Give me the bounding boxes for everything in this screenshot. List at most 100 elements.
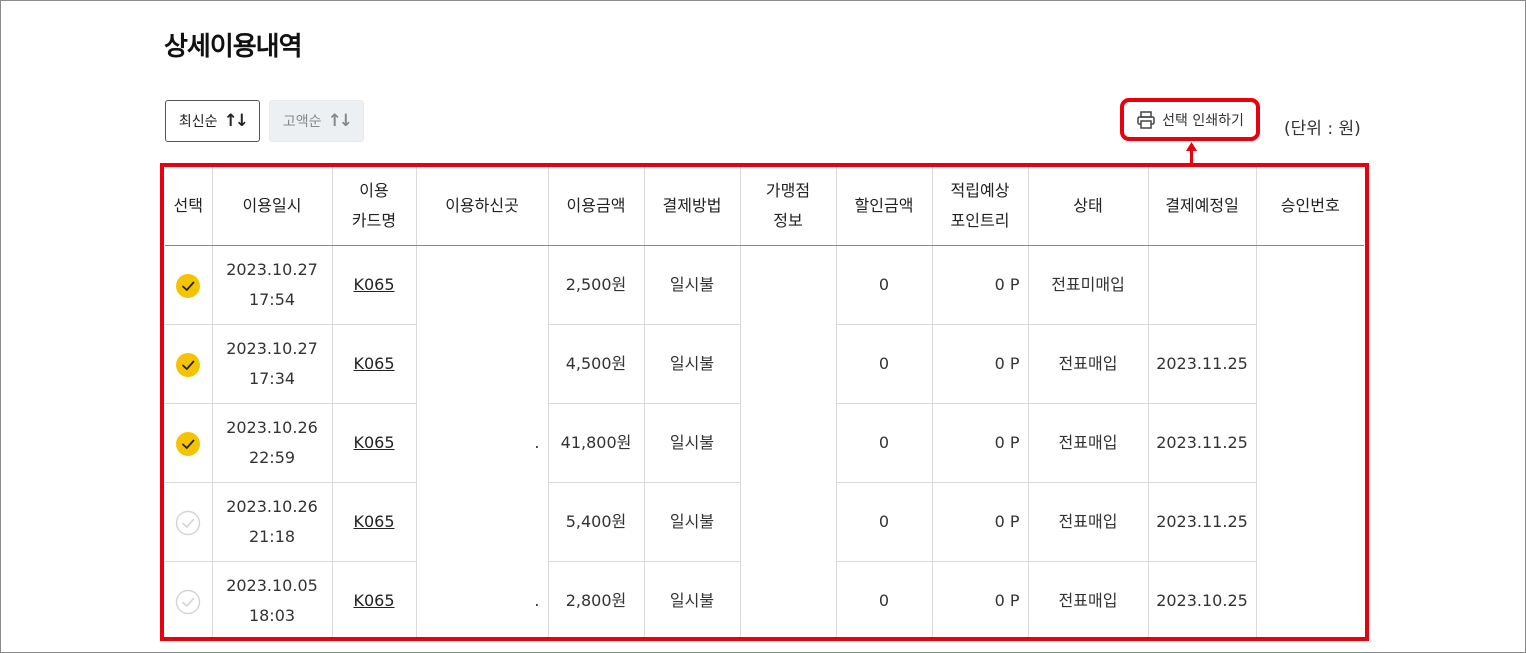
checked-circle-icon[interactable]: [175, 273, 201, 299]
select-cell: [165, 245, 213, 325]
sort-latest-label: 최신순: [178, 114, 218, 130]
sort-amount-button[interactable]: 고액순 ↑↓: [269, 100, 364, 142]
unchecked-circle-icon[interactable]: [175, 589, 201, 615]
status-cell: 전표미매입: [1028, 245, 1149, 325]
card-name-cell: K065: [332, 403, 417, 483]
approval-number-cell: [1256, 325, 1364, 404]
merchant-place-cell: [416, 245, 549, 325]
select-cell: [165, 482, 213, 562]
merchant-info-cell: [740, 403, 837, 483]
table-row: 2023.10.26 21:18 K065 5,400원 일시불 0 0 P 전표매입 2023…: [165, 482, 1364, 562]
column-header: 선택: [165, 167, 213, 246]
checked-circle-icon[interactable]: [175, 352, 201, 378]
card-name-link[interactable]: K065: [353, 433, 394, 452]
payment-method-cell: 일시불: [644, 482, 741, 562]
points-cell: 0 P: [932, 561, 1029, 637]
sort-amount-label: 고액순: [282, 114, 322, 130]
amount-cell: 5,400원: [548, 482, 645, 562]
card-name-link[interactable]: K065: [353, 591, 394, 610]
amount-cell: 2,800원: [548, 561, 645, 637]
column-header-label: 이용금액: [566, 196, 626, 215]
merchant-place-cell: [416, 324, 549, 404]
table-header-row: 선택 이용일시 이용카드명 이용하신곳 이용금액 결제방법 가맹점 정보 할인금액 적립예상포인트…: [165, 167, 1364, 246]
column-header-label-line2: 정보: [773, 211, 803, 230]
unchecked-circle-icon[interactable]: [175, 510, 201, 536]
print-selected-label: 선택 인쇄하기: [1162, 112, 1244, 129]
usage-table: 선택 이용일시 이용카드명 이용하신곳 이용금액 결제방법 가맹점 정보 할인금액 적립예상포인트…: [165, 167, 1364, 638]
column-header-label-line2: 포인트리: [950, 211, 1010, 230]
table-row: 2023.10.27 17:34 K065 4,500원 일시불 0 0 P 전표매입 2023…: [165, 324, 1364, 404]
column-header-label: 이용: [359, 181, 389, 200]
column-header-label: 이용일시: [242, 196, 302, 215]
page-title: 상세이용내역: [164, 32, 303, 62]
usage-time: 22:59: [248, 448, 296, 467]
table-row: 2023.10.05 18:03 K065. 2,800원 일시불 0 0 P 전표매입 202…: [165, 561, 1364, 638]
printer-icon: [1136, 110, 1156, 130]
usage-time: 17:34: [248, 369, 296, 388]
merchant-place-cell: [416, 482, 549, 562]
column-header-label: 적립예상: [950, 181, 1010, 200]
column-header: 승인번호: [1256, 167, 1364, 246]
column-header: 이용하신곳: [416, 167, 549, 246]
merchant-info-cell: [740, 482, 837, 562]
unit-label: (단위 : 원): [1284, 119, 1361, 139]
card-name-link[interactable]: K065: [353, 354, 394, 373]
checked-circle-icon[interactable]: [175, 431, 201, 457]
points-cell: 0 P: [932, 482, 1029, 562]
approval-number-cell: [1256, 483, 1364, 562]
status-cell: 전표매입: [1028, 324, 1149, 404]
amount-cell: 41,800원: [548, 403, 645, 483]
usage-datetime-cell: 2023.10.26 21:18: [212, 482, 333, 562]
payment-method-cell: 일시불: [644, 403, 741, 483]
card-name-link[interactable]: K065: [353, 512, 394, 531]
amount-cell: 2,500원: [548, 245, 645, 325]
column-header-label: 결제예정일: [1165, 196, 1239, 215]
column-header: 가맹점 정보: [740, 167, 837, 246]
usage-date: 2023.10.05: [226, 576, 318, 595]
approval-number-cell: [1256, 404, 1364, 483]
discount-cell: 0: [836, 561, 933, 637]
column-header: 이용일시: [212, 167, 333, 246]
column-header-label: 이용하신곳: [445, 196, 519, 215]
usage-datetime-cell: 2023.10.27 17:54: [212, 245, 333, 325]
usage-datetime-cell: 2023.10.05 18:03: [212, 561, 333, 637]
approval-number-cell: [1256, 562, 1364, 638]
points-cell: 0 P: [932, 245, 1029, 325]
select-cell: [165, 403, 213, 483]
status-cell: 전표매입: [1028, 482, 1149, 562]
discount-cell: 0: [836, 245, 933, 325]
column-header: 결제예정일: [1148, 167, 1257, 246]
payment-method-cell: 일시불: [644, 561, 741, 637]
discount-cell: 0: [836, 482, 933, 562]
merchant-info-cell: [740, 561, 837, 637]
card-name-cell: K065: [332, 561, 417, 637]
card-name-cell: K065: [332, 324, 417, 404]
merchant-info-cell: [740, 324, 837, 404]
merchant-place-cell: .: [416, 561, 549, 637]
discount-cell: 0: [836, 324, 933, 404]
usage-datetime-cell: 2023.10.27 17:34: [212, 324, 333, 404]
column-header: 이용금액: [548, 167, 645, 246]
sort-latest-button[interactable]: 최신순 ↑↓: [165, 100, 260, 142]
print-selected-button[interactable]: 선택 인쇄하기: [1120, 98, 1260, 141]
sort-arrows-icon: ↑↓: [327, 111, 353, 131]
card-name-cell: K065: [332, 245, 417, 325]
merchant-info-cell: [740, 245, 837, 325]
status-cell: 전표매입: [1028, 403, 1149, 483]
payment-method-cell: 일시불: [644, 324, 741, 404]
payment-method-cell: 일시불: [644, 245, 741, 325]
table-row: 2023.10.26 22:59 K065. 41,800원 일시불 0 0 P 전표매입 20…: [165, 403, 1364, 483]
usage-time: 21:18: [248, 527, 296, 546]
column-header: 결제방법: [644, 167, 741, 246]
payment-due-cell: 2023.11.25: [1148, 324, 1257, 404]
usage-time: 17:54: [248, 290, 296, 309]
table-row: 2023.10.27 17:54 K065 2,500원 일시불 0 0 P 전표미매입: [165, 245, 1364, 325]
card-name-link[interactable]: K065: [353, 275, 394, 294]
amount-cell: 4,500원: [548, 324, 645, 404]
column-header: 상태: [1028, 167, 1149, 246]
sort-arrows-icon: ↑↓: [223, 111, 249, 131]
points-cell: 0 P: [932, 324, 1029, 404]
column-header: 할인금액: [836, 167, 933, 246]
payment-due-cell: 2023.11.25: [1148, 403, 1257, 483]
column-header-label-line2: 카드명: [351, 211, 397, 230]
